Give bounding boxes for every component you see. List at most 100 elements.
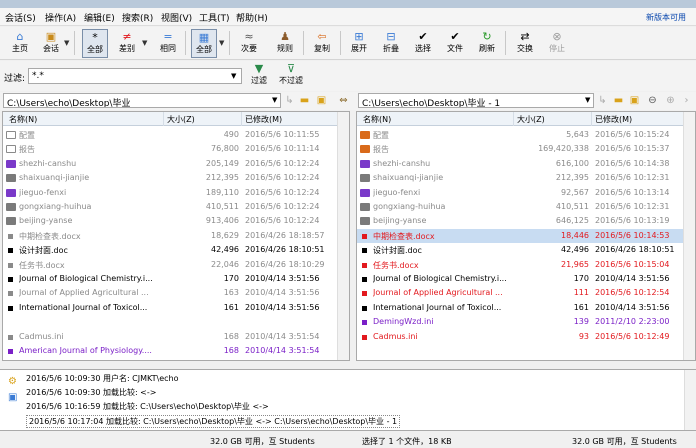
left-path-input[interactable]: C:\Users\echo\Desktop\毕业: [3, 93, 281, 108]
file-row[interactable]: jieguo-fenxi 92,567 2016/5/6 10:13:14: [357, 186, 695, 200]
file-row[interactable]: 报告 76,800 2016/5/6 10:11:14: [3, 142, 349, 156]
file-name: shaixuanqi-jianjie: [19, 173, 90, 183]
file-size: 111: [573, 288, 589, 298]
menu-session[interactable]: 会话(S): [5, 11, 36, 24]
rules-button[interactable]: ♟ 规则: [272, 29, 298, 58]
copy-button[interactable]: ⇦ 复制: [309, 29, 335, 58]
right-path-input[interactable]: C:\Users\echo\Desktop\毕业 - 1: [358, 93, 594, 108]
menu-help[interactable]: 帮助(H): [236, 11, 268, 24]
menu-search[interactable]: 搜索(R): [122, 11, 153, 24]
left-up-folder-icon[interactable]: ▣: [315, 94, 328, 107]
collapse-button[interactable]: ⊟ 折叠: [378, 29, 404, 58]
right-scrollbar[interactable]: [683, 112, 695, 360]
structure-all-button[interactable]: ▦ 全部: [191, 29, 217, 58]
left-browse-icon[interactable]: ↳: [283, 94, 296, 107]
file-row[interactable]: shaixuanqi-jianjie 212,395 2016/5/6 10:12:…: [3, 171, 349, 185]
show-diffs-button[interactable]: ≠ 差别: [114, 29, 140, 58]
file-row[interactable]: shezhi-canshu 616,100 2016/5/6 10:14:38: [357, 157, 695, 171]
home-button[interactable]: ⌂ 主页: [7, 29, 33, 58]
file-row[interactable]: Journal of Biological Chemistry.i... 170 2…: [3, 272, 349, 286]
file-size: 212,395: [555, 173, 589, 183]
file-row[interactable]: shezhi-canshu 205,149 2016/5/6 10:12:24: [3, 157, 349, 171]
log-scrollbar[interactable]: [684, 370, 696, 430]
diffs-dropdown-icon[interactable]: ▼: [142, 39, 147, 47]
right-more-icon[interactable]: ›: [680, 94, 693, 107]
left-path-dropdown-icon[interactable]: ▼: [272, 96, 277, 104]
right-path-dropdown-icon[interactable]: ▼: [585, 96, 590, 104]
file-row[interactable]: gongxiang-huihua 410,511 2016/5/6 10:12:31: [357, 200, 695, 214]
file-row[interactable]: 中期检查表.docx 18,629 2016/4/26 18:18:57: [3, 229, 349, 243]
file-row[interactable]: 设计封面.doc 42,496 2016/4/26 18:10:51: [3, 243, 349, 257]
files-button[interactable]: ✔ 文件: [442, 29, 468, 58]
filter-button[interactable]: ▼ 过滤: [246, 61, 272, 90]
file-row[interactable]: 设计封面.doc 42,496 2016/4/26 18:10:51: [357, 243, 695, 257]
left-scrollbar[interactable]: [337, 112, 349, 360]
file-row[interactable]: International Journal of Toxicol... 161 20…: [357, 301, 695, 315]
file-row[interactable]: gongxiang-huihua 410,511 2016/5/6 10:12:24: [3, 200, 349, 214]
file-row[interactable]: Journal of Biological Chemistry.i... 170 2…: [357, 272, 695, 286]
log-save-icon[interactable]: ▣: [8, 392, 17, 403]
name-column-header[interactable]: 名称(N): [363, 114, 391, 125]
expand-button[interactable]: ⊞ 展开: [346, 29, 372, 58]
left-file-pane[interactable]: 名称(N) 大小(Z) 已修改(M) 配置 490 2016/5/6 10:11:5…: [2, 111, 350, 361]
file-row[interactable]: American Journal of Physiology.... 168 201…: [3, 344, 349, 358]
minor-button[interactable]: ≈ 次要: [236, 29, 262, 58]
filter-dropdown-icon[interactable]: ▼: [231, 72, 236, 80]
right-browse-icon[interactable]: ↳: [596, 94, 609, 107]
refresh-button[interactable]: ↻ 刷新: [474, 29, 500, 58]
sessions-button[interactable]: ▣ 会话: [38, 29, 64, 58]
left-sync-icon[interactable]: ⇔: [337, 94, 350, 107]
file-modified: 2016/4/26 18:10:29: [245, 259, 325, 269]
file-row[interactable]: Cadmus.ini 93 2016/5/6 10:12:49: [357, 330, 695, 344]
stop-button[interactable]: ⊗ 停止: [544, 29, 570, 58]
file-row[interactable]: [357, 344, 695, 358]
folder-icon: [6, 145, 16, 154]
swap-button[interactable]: ⇄ 交换: [512, 29, 538, 58]
sessions-dropdown-icon[interactable]: ▼: [64, 39, 69, 47]
select-button[interactable]: ✔ 选择: [410, 29, 436, 58]
file-row[interactable]: Cadmus.ini 168 2010/4/14 3:51:54: [3, 330, 349, 344]
unfilter-button[interactable]: ⊽ 不过滤: [278, 61, 304, 90]
file-row[interactable]: [3, 315, 349, 329]
folder-icon: [6, 217, 16, 226]
structure-dropdown-icon[interactable]: ▼: [219, 39, 224, 47]
file-row[interactable]: 中期检查表.docx 18,446 2016/5/6 10:14:53: [357, 228, 695, 243]
menu-tools[interactable]: 工具(T): [199, 11, 230, 24]
file-row[interactable]: shaixuanqi-jianjie 212,395 2016/5/6 10:12:…: [357, 171, 695, 185]
size-column-header[interactable]: 大小(Z): [167, 114, 195, 125]
minor-icon: ≈: [244, 30, 254, 43]
right-folder-icon[interactable]: ▬: [612, 94, 625, 107]
menu-edit[interactable]: 编辑(E): [84, 11, 115, 24]
right-forward-icon[interactable]: ⊕: [664, 94, 677, 107]
right-file-pane[interactable]: 名称(N) 大小(Z) 已修改(M) 配置 5,643 2016/5/6 10:15…: [356, 111, 696, 361]
left-folder-icon[interactable]: ▬: [298, 94, 311, 107]
right-up-folder-icon[interactable]: ▣: [628, 94, 641, 107]
file-row[interactable]: jieguo-fenxi 189,110 2016/5/6 10:12:24: [3, 186, 349, 200]
menu-actions[interactable]: 操作(A): [45, 11, 76, 24]
file-row[interactable]: 配置 5,643 2016/5/6 10:15:24: [357, 128, 695, 142]
file-size: 490: [223, 130, 239, 139]
file-row[interactable]: International Journal of Toxicol... 161 20…: [3, 301, 349, 315]
file-row[interactable]: Journal of Applied Agricultural ... 163 20…: [3, 286, 349, 300]
file-row[interactable]: beijing-yanse 913,406 2016/5/6 10:12:24: [3, 214, 349, 228]
new-version-link[interactable]: 新版本可用: [646, 12, 686, 23]
filter-input[interactable]: [28, 68, 242, 84]
file-row[interactable]: DemingWzd.ini 139 2011/2/10 2:23:00: [357, 315, 695, 329]
file-row[interactable]: 报告 169,420,338 2016/5/6 10:15:37: [357, 142, 695, 156]
file-row[interactable]: 配置 490 2016/5/6 10:11:55: [3, 128, 349, 142]
file-row[interactable]: beijing-yanse 646,125 2016/5/6 10:13:19: [357, 214, 695, 228]
modified-column-header[interactable]: 已修改(M): [595, 114, 632, 125]
name-column-header[interactable]: 名称(N): [9, 114, 37, 125]
size-column-header[interactable]: 大小(Z): [517, 114, 545, 125]
show-all-button[interactable]: * 全部: [82, 29, 108, 58]
menu-view[interactable]: 视图(V): [161, 11, 192, 24]
right-back-icon[interactable]: ⊖: [646, 94, 659, 107]
show-same-button[interactable]: = 相同: [155, 29, 181, 58]
file-row[interactable]: 任务书.docx 22,046 2016/4/26 18:10:29: [3, 258, 349, 272]
stop-icon: ⊗: [552, 30, 562, 43]
file-row[interactable]: Journal of Applied Agricultural ... 111 20…: [357, 286, 695, 300]
file-size: 42,496: [211, 245, 239, 255]
file-row[interactable]: 任务书.docx 21,965 2016/5/6 10:15:04: [357, 258, 695, 272]
modified-column-header[interactable]: 已修改(M): [245, 114, 282, 125]
log-settings-icon[interactable]: ⚙: [8, 376, 17, 387]
